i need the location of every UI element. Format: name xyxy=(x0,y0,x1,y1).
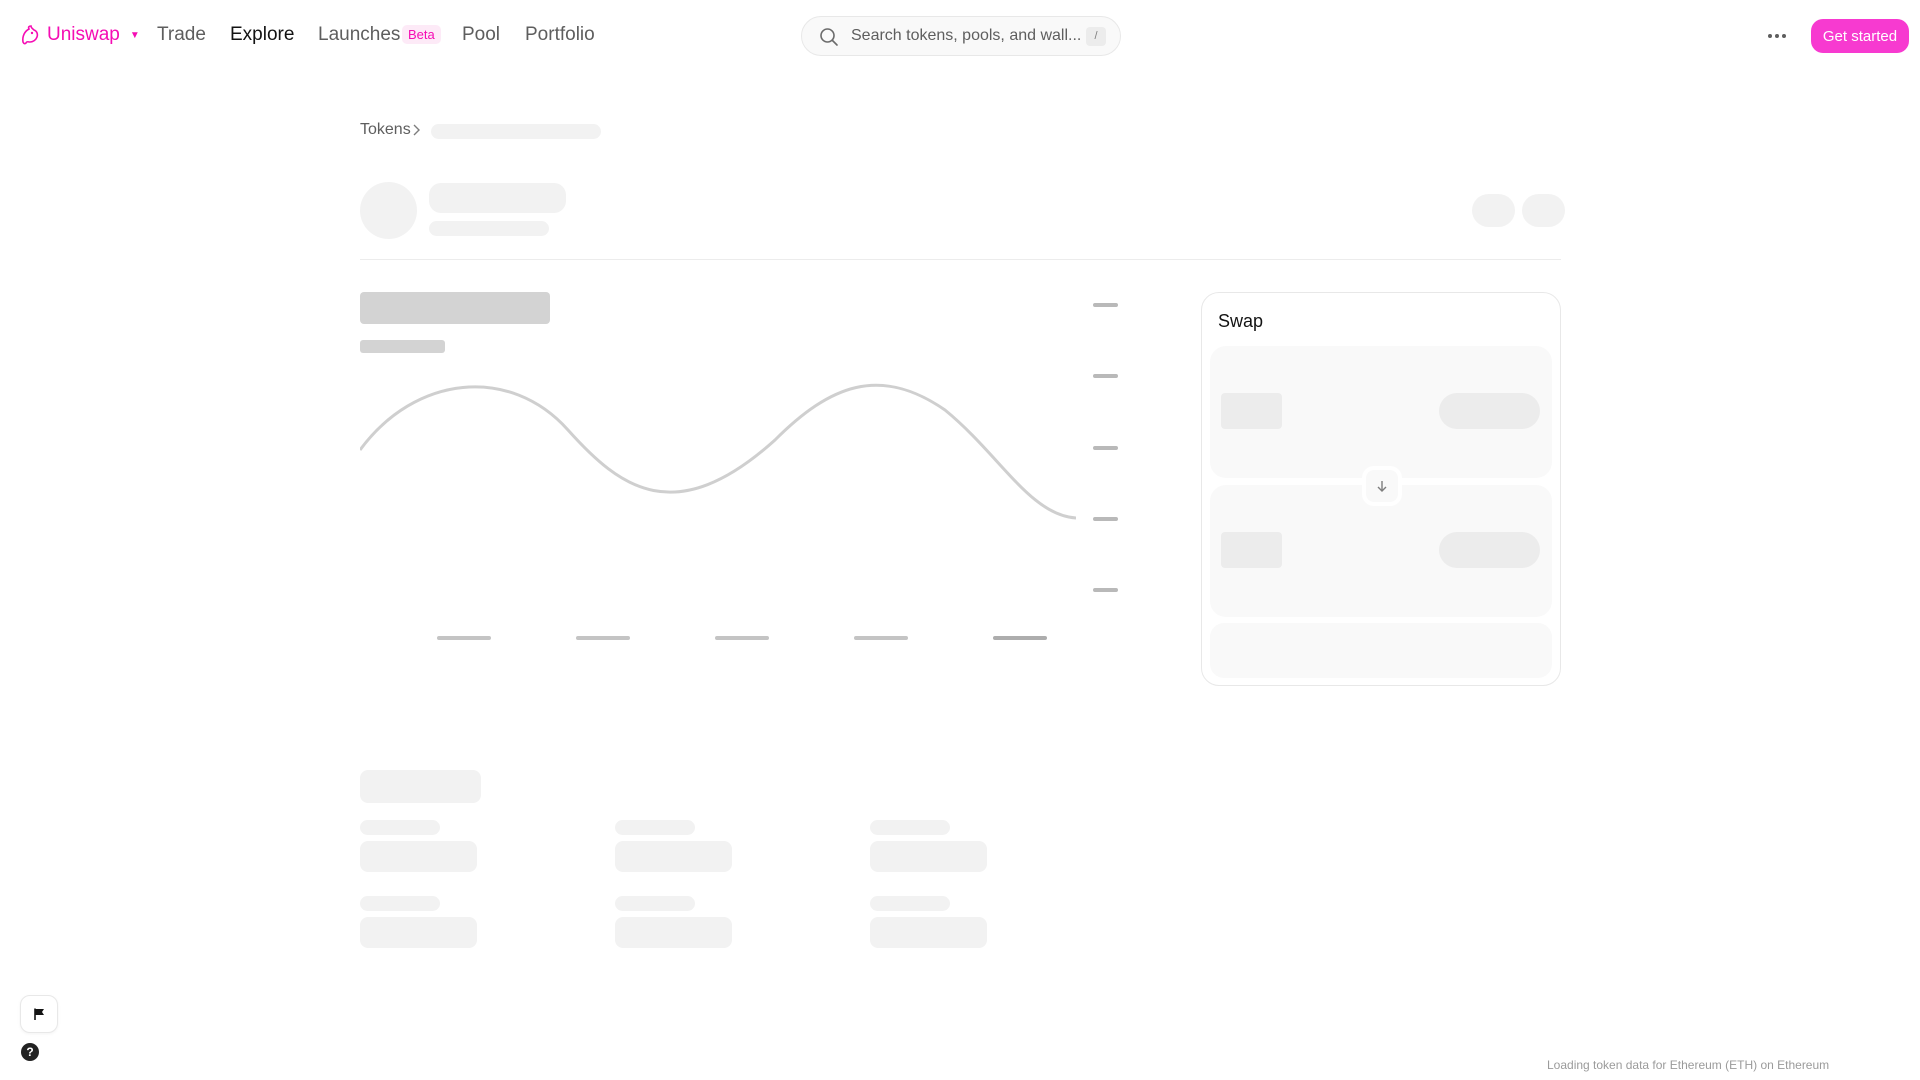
get-started-button[interactable]: Get started xyxy=(1811,19,1909,53)
buy-token-skeleton xyxy=(1439,532,1540,568)
search-bar[interactable]: Search tokens, pools, and wall... / xyxy=(801,16,1121,56)
breadcrumb-tokens[interactable]: Tokens xyxy=(360,121,411,139)
sell-amount-skeleton xyxy=(1221,393,1282,429)
stat-value-skeleton xyxy=(360,917,477,948)
more-dots-icon[interactable] xyxy=(1768,26,1790,46)
action-skeleton-2 xyxy=(1522,194,1565,227)
stat-value-skeleton xyxy=(870,917,987,948)
price-skeleton xyxy=(360,292,550,324)
stat-label-skeleton xyxy=(360,820,440,835)
x-axis-tick xyxy=(854,636,908,640)
action-skeleton-1 xyxy=(1472,194,1515,227)
uniswap-unicorn-icon xyxy=(22,25,39,45)
caret-down-icon: ▼ xyxy=(129,29,140,41)
sell-token-skeleton xyxy=(1439,393,1540,429)
stat-value-skeleton xyxy=(615,841,732,872)
x-axis-tick xyxy=(576,636,630,640)
nav-pool[interactable]: Pool xyxy=(462,24,500,46)
nav-launches[interactable]: Launches xyxy=(318,24,400,46)
y-axis-tick xyxy=(1093,303,1118,307)
swap-card: Swap xyxy=(1201,292,1561,686)
search-placeholder: Search tokens, pools, and wall... xyxy=(851,27,1082,44)
stat-label-skeleton xyxy=(870,896,950,911)
stats-title-skeleton xyxy=(360,770,481,803)
nav-portfolio[interactable]: Portfolio xyxy=(525,24,595,46)
stat-value-skeleton xyxy=(615,917,732,948)
arrow-down-icon xyxy=(1377,481,1387,492)
token-logo-skeleton xyxy=(360,182,417,239)
stat-value-skeleton xyxy=(360,841,477,872)
top-nav: Uniswap ▼ Trade Explore Launches Beta Po… xyxy=(0,0,1920,72)
swap-title: Swap xyxy=(1218,311,1264,331)
y-axis-tick xyxy=(1093,517,1118,521)
swap-direction-button[interactable] xyxy=(1362,466,1402,506)
token-name-skeleton xyxy=(429,183,566,213)
brand-menu[interactable]: Uniswap ▼ xyxy=(19,24,140,46)
stat-label-skeleton xyxy=(360,896,440,911)
header-divider xyxy=(360,259,1561,260)
nav-explore[interactable]: Explore xyxy=(230,24,294,46)
stat-label-skeleton xyxy=(615,820,695,835)
y-axis-tick xyxy=(1093,446,1118,450)
chevron-right-icon xyxy=(413,124,420,136)
stat-label-skeleton xyxy=(870,820,950,835)
stat-label-skeleton xyxy=(615,896,695,911)
beta-badge: Beta xyxy=(402,25,441,44)
price-change-skeleton xyxy=(360,340,445,353)
y-axis-tick xyxy=(1093,588,1118,592)
x-axis-tick xyxy=(993,636,1047,640)
x-axis-tick xyxy=(715,636,769,640)
flag-icon xyxy=(34,1008,44,1020)
loading-status: Loading token data for Ethereum (ETH) on… xyxy=(1547,1058,1830,1072)
search-icon xyxy=(820,28,838,46)
x-axis-tick xyxy=(437,636,491,640)
stat-value-skeleton xyxy=(870,841,987,872)
token-symbol-skeleton xyxy=(429,221,549,236)
buy-amount-skeleton xyxy=(1221,532,1282,568)
y-axis-tick xyxy=(1093,374,1118,378)
chart-placeholder-wave xyxy=(360,383,1076,520)
brand-name: Uniswap xyxy=(47,24,120,45)
nav-trade[interactable]: Trade xyxy=(157,24,206,46)
breadcrumb-token-skeleton xyxy=(431,124,601,139)
sell-panel[interactable] xyxy=(1210,346,1552,478)
swap-action-skeleton xyxy=(1210,623,1552,678)
search-shortcut-key: / xyxy=(1086,27,1106,46)
feedback-button[interactable] xyxy=(20,995,58,1033)
help-icon[interactable]: ? xyxy=(21,1043,39,1061)
